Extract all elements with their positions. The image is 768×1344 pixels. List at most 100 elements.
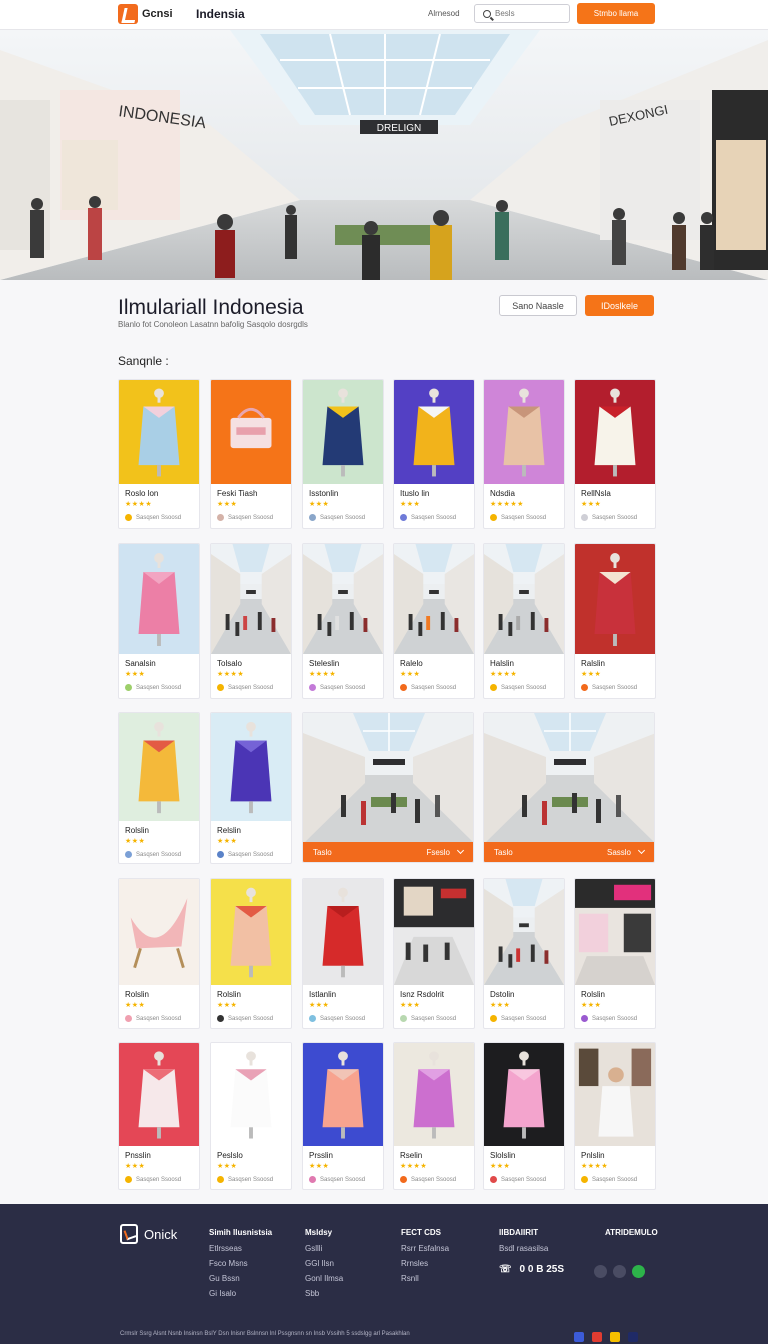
product-image[interactable] bbox=[394, 380, 474, 484]
product-card[interactable]: Ralslin ★★★ Sasqsen Ssoosd bbox=[574, 543, 656, 699]
product-name[interactable]: Tolsalo bbox=[217, 659, 242, 668]
footer-link[interactable]: Etlrsseas bbox=[209, 1244, 272, 1253]
product-image[interactable] bbox=[484, 879, 564, 985]
product-card[interactable]: Ituslo lin ★★★ Sasqsen Ssoosd bbox=[393, 379, 475, 529]
product-name[interactable]: Rolslin bbox=[217, 990, 241, 999]
footer-link[interactable]: Sbb bbox=[305, 1289, 343, 1298]
product-card[interactable]: Sanalsin ★★★ Sasqsen Ssoosd bbox=[118, 543, 200, 699]
product-card[interactable]: Rolslin ★★★ Sasqsen Ssoosd bbox=[118, 878, 200, 1029]
product-card[interactable]: Halslin ★★★★ Sasqsen Ssoosd bbox=[483, 543, 565, 699]
nav-link[interactable]: Alrnesod bbox=[428, 9, 460, 18]
product-card[interactable]: Slolslin ★★★ Sasqsen Ssoosd bbox=[483, 1042, 565, 1190]
search-input[interactable] bbox=[495, 9, 565, 18]
product-card[interactable]: Feski Tiash ★★★ Sasqsen Ssoosd bbox=[210, 379, 292, 529]
site-name[interactable]: Indensia bbox=[196, 7, 245, 21]
product-name[interactable]: Pnsslin bbox=[125, 1151, 151, 1160]
product-card[interactable]: Isnz Rsdolrit ★★★ Sasqsen Ssoosd bbox=[393, 878, 475, 1029]
product-image[interactable] bbox=[211, 713, 291, 821]
product-card[interactable]: Prsslin ★★★ Sasqsen Ssoosd bbox=[302, 1042, 384, 1190]
product-name[interactable]: Slolslin bbox=[490, 1151, 515, 1160]
product-image[interactable] bbox=[119, 879, 199, 985]
logo[interactable]: Gcnsi bbox=[118, 4, 173, 24]
footer-logo[interactable]: Onick bbox=[120, 1224, 177, 1244]
product-name[interactable]: Dstolin bbox=[490, 990, 514, 999]
product-image[interactable] bbox=[119, 713, 199, 821]
product-image[interactable] bbox=[211, 879, 291, 985]
product-card[interactable]: Ralelo ★★★ Sasqsen Ssoosd bbox=[393, 543, 475, 699]
product-card[interactable]: Roslo lon ★★★★ Sasqsen Ssoosd bbox=[118, 379, 200, 529]
product-name[interactable]: Halslin bbox=[490, 659, 514, 668]
product-image[interactable] bbox=[211, 380, 291, 484]
header-cta-button[interactable]: Stmbo llama bbox=[577, 3, 655, 24]
product-name[interactable]: Roslo lon bbox=[125, 489, 158, 498]
product-image[interactable] bbox=[119, 380, 199, 484]
product-card[interactable]: Pnlslin ★★★★ Sasqsen Ssoosd bbox=[574, 1042, 656, 1190]
product-name[interactable]: Ralslin bbox=[581, 659, 605, 668]
promo-banner[interactable]: Taslo Fseslo bbox=[303, 842, 473, 862]
footer-phone[interactable]: ☏ 0 0 B 25S bbox=[499, 1264, 564, 1275]
product-card[interactable]: Istlanlin ★★★ Sasqsen Ssoosd bbox=[302, 878, 384, 1029]
product-image[interactable] bbox=[394, 544, 474, 654]
product-card[interactable]: Isstonlin ★★★ Sasqsen Ssoosd bbox=[302, 379, 384, 529]
product-name[interactable]: Istlanlin bbox=[309, 990, 336, 999]
product-image[interactable] bbox=[211, 1043, 291, 1146]
promo-card[interactable]: Taslo Sasslo bbox=[483, 712, 655, 863]
product-image[interactable] bbox=[484, 1043, 564, 1146]
product-name[interactable]: Isstonlin bbox=[309, 489, 338, 498]
product-card[interactable]: Rolslin ★★★ Sasqsen Ssoosd bbox=[574, 878, 656, 1029]
product-name[interactable]: Relslin bbox=[217, 826, 241, 835]
promo-card[interactable]: Taslo Fseslo bbox=[302, 712, 474, 863]
product-card[interactable]: Pnsslin ★★★ Sasqsen Ssoosd bbox=[118, 1042, 200, 1190]
product-name[interactable]: Ralelo bbox=[400, 659, 423, 668]
product-card[interactable]: Peslslo ★★★ Sasqsen Ssoosd bbox=[210, 1042, 292, 1190]
product-image[interactable] bbox=[484, 544, 564, 654]
product-name[interactable]: Feski Tiash bbox=[217, 489, 257, 498]
footer-link[interactable]: Gi Isalo bbox=[209, 1289, 272, 1298]
product-image[interactable] bbox=[394, 879, 474, 985]
product-name[interactable]: Peslslo bbox=[217, 1151, 243, 1160]
footer-link[interactable]: GGl Ilsn bbox=[305, 1259, 343, 1268]
promo-image[interactable] bbox=[484, 713, 654, 844]
product-name[interactable]: Rselin bbox=[400, 1151, 422, 1160]
social-icon[interactable] bbox=[594, 1265, 607, 1278]
product-image[interactable] bbox=[575, 380, 655, 484]
product-name[interactable]: Steleslin bbox=[309, 659, 339, 668]
product-card[interactable]: Dstolin ★★★ Sasqsen Ssoosd bbox=[483, 878, 565, 1029]
footer-link[interactable]: Rsnll bbox=[401, 1274, 449, 1283]
secondary-button[interactable]: Sano Naasle bbox=[499, 295, 577, 316]
product-image[interactable] bbox=[211, 544, 291, 654]
product-image[interactable] bbox=[575, 879, 655, 985]
footer-link[interactable]: Rsrr Esfalnsa bbox=[401, 1244, 449, 1253]
product-card[interactable]: Relslin ★★★ Sasqsen Ssoosd bbox=[210, 712, 292, 864]
product-name[interactable]: Pnlslin bbox=[581, 1151, 605, 1160]
product-name[interactable]: Ndsdia bbox=[490, 489, 515, 498]
product-name[interactable]: Rolslin bbox=[581, 990, 605, 999]
product-card[interactable]: Rselin ★★★★ Sasqsen Ssoosd bbox=[393, 1042, 475, 1190]
product-image[interactable] bbox=[303, 380, 383, 484]
footer-link[interactable]: Gsllli bbox=[305, 1244, 343, 1253]
product-card[interactable]: Tolsalo ★★★★ Sasqsen Ssoosd bbox=[210, 543, 292, 699]
product-image[interactable] bbox=[119, 544, 199, 654]
product-image[interactable] bbox=[119, 1043, 199, 1146]
product-name[interactable]: Rolslin bbox=[125, 990, 149, 999]
product-card[interactable]: Ndsdia ★★★★★ Sasqsen Ssoosd bbox=[483, 379, 565, 529]
product-card[interactable]: Rolslin ★★★ Sasqsen Ssoosd bbox=[118, 712, 200, 864]
product-image[interactable] bbox=[575, 544, 655, 654]
product-image[interactable] bbox=[575, 1043, 655, 1146]
footer-link[interactable]: Rrnsles bbox=[401, 1259, 449, 1268]
product-image[interactable] bbox=[303, 879, 383, 985]
product-card[interactable]: RellNsla ★★★ Sasqsen Ssoosd bbox=[574, 379, 656, 529]
social-icon[interactable] bbox=[632, 1265, 645, 1278]
primary-button[interactable]: IDoslkele bbox=[585, 295, 654, 316]
product-name[interactable]: Rolslin bbox=[125, 826, 149, 835]
search-box[interactable] bbox=[474, 4, 570, 23]
social-icon[interactable] bbox=[613, 1265, 626, 1278]
footer-link[interactable]: Gu Bssn bbox=[209, 1274, 272, 1283]
footer-link[interactable]: Bsdl rasasilsa bbox=[499, 1244, 548, 1253]
product-image[interactable] bbox=[484, 380, 564, 484]
promo-image[interactable] bbox=[303, 713, 473, 844]
product-name[interactable]: Isnz Rsdolrit bbox=[400, 990, 444, 999]
product-name[interactable]: Ituslo lin bbox=[400, 489, 429, 498]
product-card[interactable]: Rolslin ★★★ Sasqsen Ssoosd bbox=[210, 878, 292, 1029]
footer-link[interactable]: Fsco Msns bbox=[209, 1259, 272, 1268]
